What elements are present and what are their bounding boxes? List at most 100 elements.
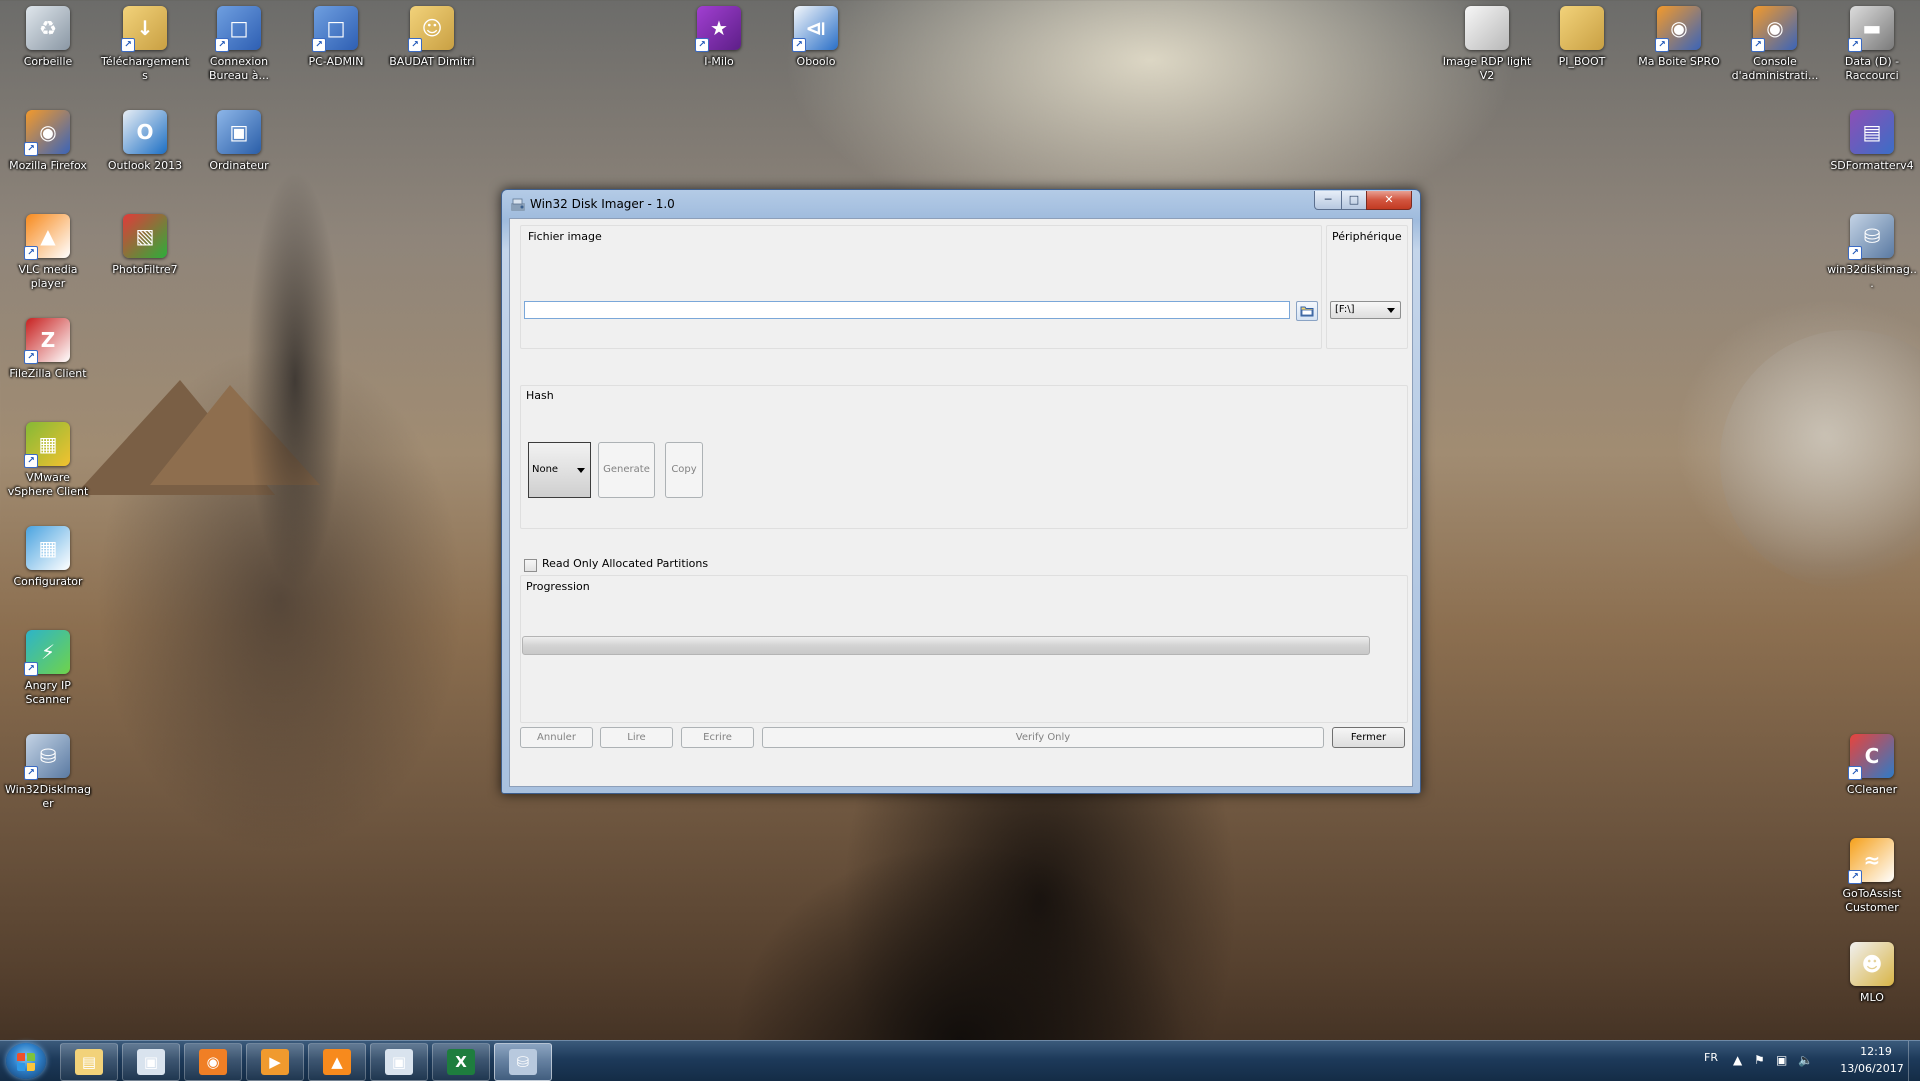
clock-date[interactable]: 13/06/2017: [1832, 1062, 1912, 1075]
folder-icon: [1560, 6, 1604, 50]
close-button[interactable]: Fermer: [1332, 727, 1405, 748]
title-bar[interactable]: Win32 Disk Imager - 1.0 ─ □ ✕: [502, 190, 1420, 218]
desktop-icon-left-9[interactable]: ▧ PhotoFiltre7: [99, 214, 191, 277]
firefox-icon: ◉ ↗: [24, 110, 70, 156]
close-window-button[interactable]: ✕: [1366, 191, 1412, 210]
browse-button[interactable]: [1296, 301, 1318, 321]
hash-type-select[interactable]: None: [528, 442, 591, 498]
shortcut-arrow-icon: ↗: [24, 350, 38, 364]
desktop-icon-right-7[interactable]: C ↗ CCleaner: [1826, 734, 1918, 797]
device-select[interactable]: [F:\]: [1330, 301, 1401, 319]
shortcut-arrow-icon: ↗: [695, 38, 709, 52]
desktop-icon-right-2[interactable]: ◉ ↗ Ma Boite SPRO: [1633, 6, 1725, 69]
angry-ip-scanner-icon: ⚡ ↗: [24, 630, 70, 676]
desktop-icon-left-5[interactable]: ◉ ↗ Mozilla Firefox: [2, 110, 94, 173]
win32-disk-imager-window[interactable]: Win32 Disk Imager - 1.0 ─ □ ✕ Fichier im…: [501, 189, 1421, 794]
dark-figure: [660, 790, 1260, 1040]
desktop-icon-right-3[interactable]: ◉ ↗ Console d'administrati...: [1729, 6, 1821, 83]
desktop-icon-label: PI_BOOT: [1558, 55, 1606, 68]
desktop-icon-right-6[interactable]: ⛁ ↗ win32diskimag...: [1826, 214, 1918, 291]
maximize-icon: □: [1348, 193, 1360, 206]
window-app-icon: ▣: [137, 1049, 165, 1075]
folder-icon: [1300, 306, 1314, 317]
remote-desktop-icon: □ ↗: [215, 6, 261, 52]
verify-only-button[interactable]: Verify Only: [762, 727, 1324, 748]
taskbar-app-button[interactable]: ⛁: [494, 1043, 552, 1081]
desktop-icon-left-14[interactable]: ⛁ ↗ Win32DiskImager: [2, 734, 94, 811]
maximize-button[interactable]: □: [1341, 191, 1367, 210]
read-only-allocated-checkbox[interactable]: [524, 559, 537, 572]
mask-icon: ★ ↗: [695, 6, 741, 52]
desktop-icon-label: PhotoFiltre7: [112, 263, 178, 276]
desktop-icon-label: Data (D) - Raccourci: [1844, 55, 1900, 82]
shortcut-arrow-icon: ↗: [24, 766, 38, 780]
read-label: Lire: [627, 732, 646, 743]
taskbar-app-button[interactable]: ▣: [370, 1043, 428, 1081]
tornado-smoke: [235, 120, 355, 640]
desktop-icon-left-6[interactable]: O Outlook 2013: [99, 110, 191, 173]
oboolo-icon: ⧏ ↗: [792, 6, 838, 52]
read-button[interactable]: Lire: [600, 727, 673, 748]
write-label: Ecrire: [703, 732, 732, 743]
desktop-icon-right-1[interactable]: PI_BOOT: [1536, 6, 1628, 69]
desktop-icon-label: GoToAssist Customer: [1842, 887, 1902, 914]
copy-hash-button[interactable]: Copy: [665, 442, 703, 498]
image-file-input[interactable]: [524, 301, 1290, 319]
desktop-icon-left-7[interactable]: ▣ Ordinateur: [193, 110, 285, 173]
desktop-icon-left-13[interactable]: ⚡ ↗ Angry IP Scanner: [2, 630, 94, 707]
desktop-icon-left-11[interactable]: ▦ ↗ VMware vSphere Client: [2, 422, 94, 499]
clock-time[interactable]: 12:19: [1850, 1045, 1902, 1058]
desktop-icon-right-5[interactable]: ▤ SDFormatterv4: [1826, 110, 1918, 173]
volume-icon[interactable]: 🔈: [1798, 1053, 1813, 1067]
desktop-icon-left-8[interactable]: ▲ ↗ VLC media player: [2, 214, 94, 291]
win32diskimager-icon: ⛁: [509, 1049, 537, 1075]
close-icon: ✕: [1384, 193, 1394, 206]
desktop-icon-right-9[interactable]: ☻ MLO: [1826, 942, 1918, 1005]
window-title: Win32 Disk Imager - 1.0: [530, 197, 675, 211]
action-center-flag-icon[interactable]: ⚑: [1754, 1053, 1765, 1067]
taskbar-app-button[interactable]: ◉: [184, 1043, 242, 1081]
shortcut-arrow-icon: ↗: [215, 38, 229, 52]
shortcut-arrow-icon: ↗: [408, 38, 422, 52]
outlook-icon: O: [123, 110, 167, 154]
explorer-icon: ▤: [75, 1049, 103, 1075]
show-hidden-icons-icon[interactable]: ▲: [1733, 1053, 1742, 1067]
network-icon[interactable]: ▣: [1776, 1053, 1787, 1067]
taskbar-app-button[interactable]: ▣: [122, 1043, 180, 1081]
minimize-button[interactable]: ─: [1314, 191, 1342, 210]
desktop-icon-left-1[interactable]: ↓ ↗ Téléchargements: [99, 6, 191, 83]
show-desktop-button[interactable]: [1908, 1041, 1920, 1081]
desktop-icon-left-3[interactable]: □ ↗ PC-ADMIN: [290, 6, 382, 69]
photofiltre-icon: ▧: [123, 214, 167, 258]
desktop-icon-label: Téléchargements: [100, 55, 190, 82]
input-language[interactable]: FR: [1704, 1051, 1718, 1064]
desktop-icon-left-4[interactable]: ☺ ↗ BAUDAT Dimitri: [386, 6, 478, 69]
taskbar-app-button[interactable]: ▶: [246, 1043, 304, 1081]
close-label: Fermer: [1350, 732, 1387, 743]
shortcut-arrow-icon: ↗: [24, 142, 38, 156]
write-button[interactable]: Ecrire: [681, 727, 754, 748]
window-app-icon: ▣: [385, 1049, 413, 1075]
desktop-icon-label: Oboolo: [796, 55, 836, 68]
cancel-button[interactable]: Annuler: [520, 727, 593, 748]
desktop-icon-left-10[interactable]: Z ↗ FileZilla Client: [2, 318, 94, 381]
shortcut-arrow-icon: ↗: [1751, 38, 1765, 52]
desktop-icon-center-1[interactable]: ⧏ ↗ Oboolo: [770, 6, 862, 69]
desktop-icon-right-0[interactable]: Image RDP light V2: [1441, 6, 1533, 83]
taskbar: ▤ ▣ ◉ ▶ ▲ ▣ X ⛁ FR ▲ ⚑ ▣ 🔈 12:19 13/06/2017: [0, 1040, 1920, 1081]
desktop-icon-left-12[interactable]: ▦ Configurator: [2, 526, 94, 589]
desktop-icon-right-8[interactable]: ≈ ↗ GoToAssist Customer: [1826, 838, 1918, 915]
taskbar-app-button[interactable]: ▤: [60, 1043, 118, 1081]
desktop-icon-center-0[interactable]: ★ ↗ I-Milo: [673, 6, 765, 69]
generate-hash-button[interactable]: Generate: [598, 442, 655, 498]
firefox-icon: ◉ ↗: [1751, 6, 1797, 52]
desktop-icon-label: I-Milo: [704, 55, 734, 68]
start-button[interactable]: [6, 1043, 46, 1079]
desktop-icon-label: Corbeille: [23, 55, 73, 68]
desktop-icon-right-4[interactable]: ▬ ↗ Data (D) - Raccourci: [1826, 6, 1918, 83]
taskbar-app-button[interactable]: X: [432, 1043, 490, 1081]
desktop-icon-left-0[interactable]: ♻ Corbeille: [2, 6, 94, 69]
taskbar-app-button[interactable]: ▲: [308, 1043, 366, 1081]
media-player-icon: ▶: [261, 1049, 289, 1075]
desktop-icon-left-2[interactable]: □ ↗ Connexion Bureau à...: [193, 6, 285, 83]
